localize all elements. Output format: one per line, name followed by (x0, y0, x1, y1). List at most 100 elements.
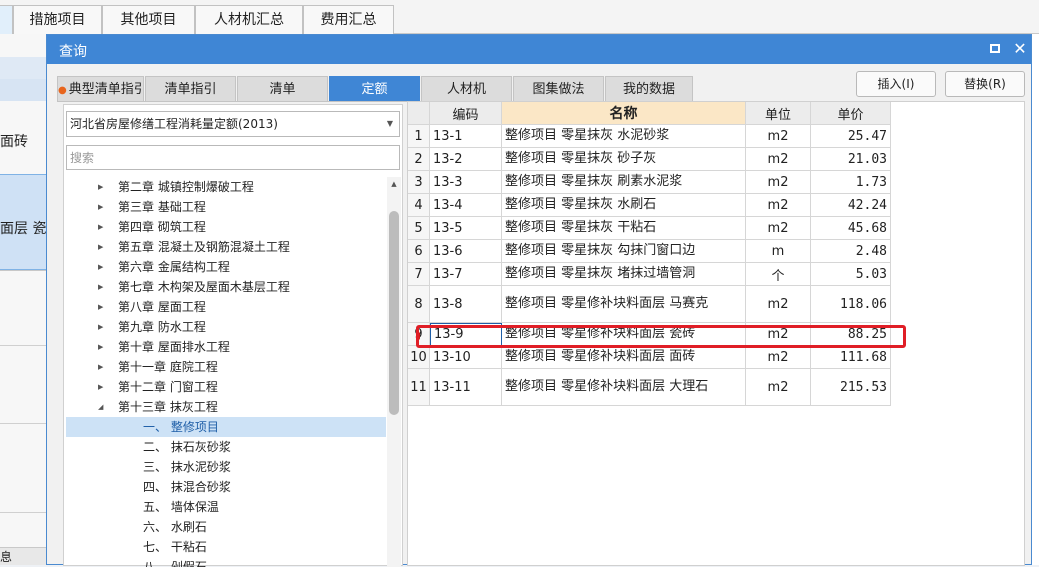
chevron-right-icon[interactable]: ▶ (98, 357, 103, 377)
tree-item[interactable]: 一、 整修项目 (66, 417, 386, 437)
tree-item[interactable]: ▶ 第七章 木构架及屋面木基层工程 (66, 277, 386, 297)
tree-item[interactable]: ▶ 第三章 基础工程 (66, 197, 386, 217)
table-row[interactable]: 10 13-10 整修项目 零星修补块料面层 面砖 m2 111.68 (408, 346, 891, 369)
row-name[interactable]: 整修项目 零星抹灰 干粘石 (502, 217, 746, 240)
row-code[interactable]: 13-8 (430, 286, 502, 323)
row-name[interactable]: 整修项目 零星抹灰 刷素水泥浆 (502, 171, 746, 194)
row-unit[interactable]: m2 (746, 217, 811, 240)
tab-cost-summary[interactable]: 费用汇总 (303, 5, 394, 34)
chevron-right-icon[interactable]: ▶ (98, 257, 103, 277)
tree-item[interactable]: 四、 抹混合砂浆 (66, 477, 386, 497)
tree-scrollbar[interactable]: ▲ (387, 177, 401, 567)
chevron-right-icon[interactable]: ▶ (98, 377, 103, 397)
header-price[interactable]: 单价 (811, 102, 891, 125)
chevron-right-icon[interactable]: ▶ (98, 217, 103, 237)
tree-item[interactable]: 六、 水刷石 (66, 517, 386, 537)
row-code[interactable]: 13-2 (430, 148, 502, 171)
maximize-button[interactable] (985, 39, 1005, 59)
row-unit[interactable]: 个 (746, 263, 811, 286)
tree-item[interactable]: 二、 抹石灰砂浆 (66, 437, 386, 457)
tab-my-data[interactable]: 我的数据 (605, 76, 693, 102)
header-code[interactable]: 编码 (430, 102, 502, 125)
tab-bill[interactable]: 清单 (237, 76, 328, 102)
replace-button[interactable]: 替换(R) (945, 71, 1025, 97)
row-unit[interactable]: m2 (746, 125, 811, 148)
tab-atlas-method[interactable]: 图集做法 (513, 76, 604, 102)
row-price[interactable]: 215.53 (811, 369, 891, 406)
row-price[interactable]: 25.47 (811, 125, 891, 148)
tab-bill-guide[interactable]: 清单指引 (145, 76, 236, 102)
tree-item[interactable]: 五、 墙体保温 (66, 497, 386, 517)
header-unit[interactable]: 单位 (746, 102, 811, 125)
row-price[interactable]: 2.48 (811, 240, 891, 263)
tree-item[interactable]: 八、 剁假石 (66, 557, 386, 567)
table-row[interactable]: 2 13-2 整修项目 零星抹灰 砂子灰 m2 21.03 (408, 148, 891, 171)
tab-quota[interactable]: 定额 (329, 76, 420, 102)
row-price[interactable]: 118.06 (811, 286, 891, 323)
row-code[interactable]: 13-1 (430, 125, 502, 148)
tree-item[interactable]: ▶ 第九章 防水工程 (66, 317, 386, 337)
chevron-right-icon[interactable]: ▶ (98, 277, 103, 297)
tab-measures[interactable]: 措施项目 (13, 5, 102, 34)
chevron-down-icon[interactable]: ◢ (98, 397, 103, 417)
tree-item[interactable]: 三、 抹水泥砂浆 (66, 457, 386, 477)
tree-item[interactable]: ▶ 第十二章 门窗工程 (66, 377, 386, 397)
row-name[interactable]: 整修项目 零星抹灰 水刷石 (502, 194, 746, 217)
table-row[interactable]: 913-9整修项目 零星修补块料面层 瓷砖m288.25 (408, 323, 891, 346)
table-row[interactable]: 5 13-5 整修项目 零星抹灰 干粘石 m2 45.68 (408, 217, 891, 240)
chevron-right-icon[interactable]: ▶ (98, 317, 103, 337)
background-bottom-tab[interactable]: 息 (0, 547, 46, 565)
row-code[interactable]: 13-6 (430, 240, 502, 263)
insert-button[interactable]: 插入(I) (856, 71, 936, 97)
chevron-right-icon[interactable]: ▶ (98, 237, 103, 257)
row-code[interactable]: 13-7 (430, 263, 502, 286)
row-name[interactable]: 整修项目 零星修补块料面层 马赛克 (502, 286, 746, 323)
chevron-right-icon[interactable]: ▶ (98, 197, 103, 217)
row-unit[interactable]: m2 (746, 323, 811, 346)
row-price[interactable]: 88.25 (811, 323, 891, 346)
table-row[interactable]: 8 13-8 整修项目 零星修补块料面层 马赛克 m2 118.06 (408, 286, 891, 323)
dialog-titlebar[interactable]: 查询 ✕ (47, 35, 1031, 64)
table-row[interactable]: 11 13-11 整修项目 零星修补块料面层 大理石 m2 215.53 (408, 369, 891, 406)
scrollbar-thumb[interactable] (389, 211, 399, 415)
row-code[interactable]: 13-3 (430, 171, 502, 194)
chevron-right-icon[interactable]: ▶ (98, 177, 103, 197)
row-code[interactable]: 13-5 (430, 217, 502, 240)
row-code[interactable]: 13-4 (430, 194, 502, 217)
row-unit[interactable]: m2 (746, 369, 811, 406)
row-code[interactable]: 13-10 (430, 346, 502, 369)
tree-item[interactable]: ▶ 第五章 混凝土及钢筋混凝土工程 (66, 237, 386, 257)
row-price[interactable]: 111.68 (811, 346, 891, 369)
header-name[interactable]: 名称 (502, 102, 746, 125)
row-unit[interactable]: m2 (746, 148, 811, 171)
row-unit[interactable]: m2 (746, 171, 811, 194)
table-row[interactable]: 7 13-7 整修项目 零星抹灰 堵抹过墙管洞个 5.03 (408, 263, 891, 286)
row-name[interactable]: 整修项目 零星修补块料面层 瓷砖 (502, 323, 746, 346)
row-code[interactable]: 13-11 (430, 369, 502, 406)
row-price[interactable]: 1.73 (811, 171, 891, 194)
table-row[interactable]: 4 13-4 整修项目 零星抹灰 水刷石 m2 42.24 (408, 194, 891, 217)
row-name[interactable]: 整修项目 零星修补块料面层 大理石 (502, 369, 746, 406)
row-name[interactable]: 整修项目 零星修补块料面层 面砖 (502, 346, 746, 369)
table-row[interactable]: 1 13-1 整修项目 零星抹灰 水泥砂浆 m2 25.47 (408, 125, 891, 148)
row-unit[interactable]: m2 (746, 286, 811, 323)
tree-item[interactable]: ▶ 第十一章 庭院工程 (66, 357, 386, 377)
close-button[interactable]: ✕ (1010, 39, 1030, 59)
row-unit[interactable]: m (746, 240, 811, 263)
row-name[interactable]: 整修项目 零星抹灰 砂子灰 (502, 148, 746, 171)
tab-labor-material-summary[interactable]: 人材机汇总 (195, 5, 303, 34)
quota-library-select[interactable]: 河北省房屋修缮工程消耗量定额(2013) ▼ (66, 111, 400, 137)
tab-typical-bill-guide[interactable]: ● 典型清单指引 (57, 76, 144, 102)
row-price[interactable]: 42.24 (811, 194, 891, 217)
row-price[interactable]: 5.03 (811, 263, 891, 286)
chevron-right-icon[interactable]: ▶ (98, 337, 103, 357)
scroll-up-icon[interactable]: ▲ (387, 177, 401, 191)
row-unit[interactable]: m2 (746, 346, 811, 369)
chevron-right-icon[interactable]: ▶ (98, 297, 103, 317)
row-price[interactable]: 21.03 (811, 148, 891, 171)
tree-item[interactable]: ▶ 第十章 屋面排水工程 (66, 337, 386, 357)
search-input[interactable] (66, 145, 400, 170)
tree-item[interactable]: ◢ 第十三章 抹灰工程 (66, 397, 386, 417)
table-row[interactable]: 3 13-3 整修项目 零星抹灰 刷素水泥浆 m2 1.73 (408, 171, 891, 194)
tree-item[interactable]: ▶ 第四章 砌筑工程 (66, 217, 386, 237)
